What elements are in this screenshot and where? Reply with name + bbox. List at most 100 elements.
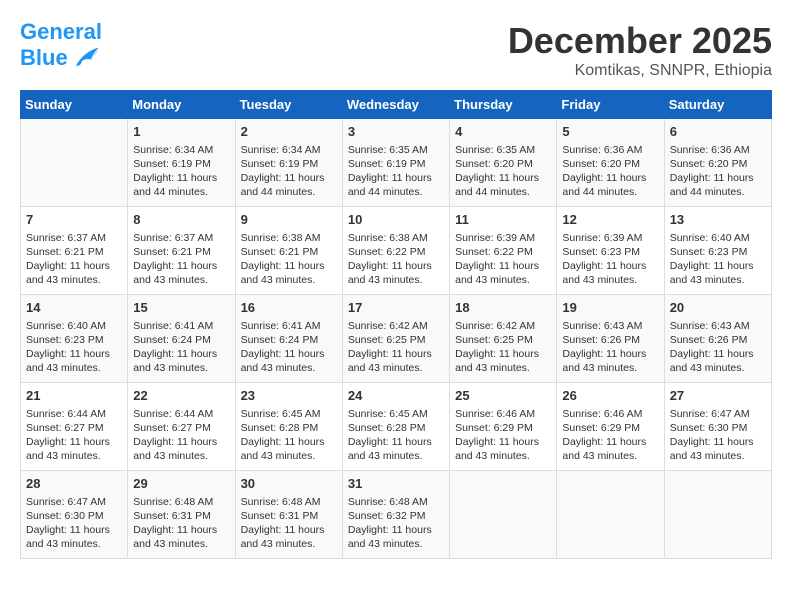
header-tuesday: Tuesday: [235, 91, 342, 119]
day-info: Sunrise: 6:39 AM Sunset: 6:22 PM Dayligh…: [455, 231, 551, 288]
calendar-cell: 31 Sunrise: 6:48 AM Sunset: 6:32 PM Dayli…: [342, 471, 449, 559]
month-title: December 2025: [508, 20, 772, 62]
day-info: Sunrise: 6:37 AM Sunset: 6:21 PM Dayligh…: [26, 231, 122, 288]
page-header: General Blue December 2025 Komtikas, SNN…: [20, 20, 772, 80]
day-number: 26: [562, 387, 658, 405]
day-info: Sunrise: 6:39 AM Sunset: 6:23 PM Dayligh…: [562, 231, 658, 288]
day-info: Sunrise: 6:35 AM Sunset: 6:19 PM Dayligh…: [348, 143, 444, 200]
calendar-cell: 29 Sunrise: 6:48 AM Sunset: 6:31 PM Dayli…: [128, 471, 235, 559]
calendar-cell: [450, 471, 557, 559]
day-info: Sunrise: 6:47 AM Sunset: 6:30 PM Dayligh…: [26, 495, 122, 552]
day-info: Sunrise: 6:44 AM Sunset: 6:27 PM Dayligh…: [26, 407, 122, 464]
day-info: Sunrise: 6:40 AM Sunset: 6:23 PM Dayligh…: [670, 231, 766, 288]
logo: General Blue: [20, 20, 102, 72]
calendar-cell: 30 Sunrise: 6:48 AM Sunset: 6:31 PM Dayli…: [235, 471, 342, 559]
day-number: 6: [670, 123, 766, 141]
day-number: 24: [348, 387, 444, 405]
calendar-cell: 12Sunrise: 6:39 AM Sunset: 6:23 PM Dayli…: [557, 207, 664, 295]
day-number: 14: [26, 299, 122, 317]
day-info: Sunrise: 6:45 AM Sunset: 6:28 PM Dayligh…: [348, 407, 444, 464]
day-number: 30: [241, 475, 337, 493]
calendar-header-row: SundayMondayTuesdayWednesdayThursdayFrid…: [21, 91, 772, 119]
logo-bird-icon: [70, 44, 100, 72]
calendar-cell: [557, 471, 664, 559]
day-number: 31: [348, 475, 444, 493]
calendar-cell: 20Sunrise: 6:43 AM Sunset: 6:26 PM Dayli…: [664, 295, 771, 383]
calendar-cell: 18Sunrise: 6:42 AM Sunset: 6:25 PM Dayli…: [450, 295, 557, 383]
day-info: Sunrise: 6:47 AM Sunset: 6:30 PM Dayligh…: [670, 407, 766, 464]
day-number: 22: [133, 387, 229, 405]
day-info: Sunrise: 6:34 AM Sunset: 6:19 PM Dayligh…: [241, 143, 337, 200]
calendar-cell: [21, 119, 128, 207]
day-info: Sunrise: 6:48 AM Sunset: 6:31 PM Dayligh…: [133, 495, 229, 552]
day-number: 4: [455, 123, 551, 141]
header-wednesday: Wednesday: [342, 91, 449, 119]
calendar-cell: 2Sunrise: 6:34 AM Sunset: 6:19 PM Daylig…: [235, 119, 342, 207]
day-number: 5: [562, 123, 658, 141]
calendar-cell: 14 Sunrise: 6:40 AM Sunset: 6:23 PM Dayli…: [21, 295, 128, 383]
day-number: 13: [670, 211, 766, 229]
day-info: Sunrise: 6:38 AM Sunset: 6:22 PM Dayligh…: [348, 231, 444, 288]
calendar-cell: 3 Sunrise: 6:35 AM Sunset: 6:19 PM Daylig…: [342, 119, 449, 207]
day-number: 7: [26, 211, 122, 229]
day-number: 28: [26, 475, 122, 493]
logo-text: General: [20, 20, 102, 44]
day-number: 29: [133, 475, 229, 493]
day-info: Sunrise: 6:34 AM Sunset: 6:19 PM Dayligh…: [133, 143, 229, 200]
day-number: 3: [348, 123, 444, 141]
day-number: 8: [133, 211, 229, 229]
week-row-3: 14 Sunrise: 6:40 AM Sunset: 6:23 PM Dayli…: [21, 295, 772, 383]
day-info: Sunrise: 6:40 AM Sunset: 6:23 PM Dayligh…: [26, 319, 122, 376]
day-number: 18: [455, 299, 551, 317]
header-sunday: Sunday: [21, 91, 128, 119]
day-number: 17: [348, 299, 444, 317]
day-info: Sunrise: 6:45 AM Sunset: 6:28 PM Dayligh…: [241, 407, 337, 464]
day-info: Sunrise: 6:36 AM Sunset: 6:20 PM Dayligh…: [562, 143, 658, 200]
calendar-cell: 28 Sunrise: 6:47 AM Sunset: 6:30 PM Dayli…: [21, 471, 128, 559]
day-info: Sunrise: 6:35 AM Sunset: 6:20 PM Dayligh…: [455, 143, 551, 200]
day-info: Sunrise: 6:48 AM Sunset: 6:31 PM Dayligh…: [241, 495, 337, 552]
day-info: Sunrise: 6:48 AM Sunset: 6:32 PM Dayligh…: [348, 495, 444, 552]
calendar-cell: 19 Sunrise: 6:43 AM Sunset: 6:26 PM Dayli…: [557, 295, 664, 383]
day-number: 19: [562, 299, 658, 317]
day-info: Sunrise: 6:46 AM Sunset: 6:29 PM Dayligh…: [455, 407, 551, 464]
day-info: Sunrise: 6:43 AM Sunset: 6:26 PM Dayligh…: [562, 319, 658, 376]
week-row-1: 1 Sunrise: 6:34 AM Sunset: 6:19 PM Daylig…: [21, 119, 772, 207]
day-info: Sunrise: 6:36 AM Sunset: 6:20 PM Dayligh…: [670, 143, 766, 200]
header-thursday: Thursday: [450, 91, 557, 119]
day-number: 11: [455, 211, 551, 229]
calendar-cell: 23Sunrise: 6:45 AM Sunset: 6:28 PM Dayli…: [235, 383, 342, 471]
calendar-cell: 16 Sunrise: 6:41 AM Sunset: 6:24 PM Dayli…: [235, 295, 342, 383]
day-number: 20: [670, 299, 766, 317]
calendar-cell: 24 Sunrise: 6:45 AM Sunset: 6:28 PM Dayli…: [342, 383, 449, 471]
day-number: 27: [670, 387, 766, 405]
day-info: Sunrise: 6:37 AM Sunset: 6:21 PM Dayligh…: [133, 231, 229, 288]
calendar-cell: 22 Sunrise: 6:44 AM Sunset: 6:27 PM Dayli…: [128, 383, 235, 471]
logo-text-blue: Blue: [20, 46, 68, 70]
calendar-cell: 5 Sunrise: 6:36 AM Sunset: 6:20 PM Daylig…: [557, 119, 664, 207]
day-info: Sunrise: 6:41 AM Sunset: 6:24 PM Dayligh…: [133, 319, 229, 376]
day-info: Sunrise: 6:38 AM Sunset: 6:21 PM Dayligh…: [241, 231, 337, 288]
day-number: 9: [241, 211, 337, 229]
header-saturday: Saturday: [664, 91, 771, 119]
calendar-cell: 9 Sunrise: 6:38 AM Sunset: 6:21 PM Daylig…: [235, 207, 342, 295]
calendar-cell: 27 Sunrise: 6:47 AM Sunset: 6:30 PM Dayli…: [664, 383, 771, 471]
calendar-cell: 26Sunrise: 6:46 AM Sunset: 6:29 PM Dayli…: [557, 383, 664, 471]
calendar-cell: [664, 471, 771, 559]
calendar-cell: 11 Sunrise: 6:39 AM Sunset: 6:22 PM Dayli…: [450, 207, 557, 295]
day-info: Sunrise: 6:44 AM Sunset: 6:27 PM Dayligh…: [133, 407, 229, 464]
week-row-5: 28 Sunrise: 6:47 AM Sunset: 6:30 PM Dayli…: [21, 471, 772, 559]
calendar-cell: 8 Sunrise: 6:37 AM Sunset: 6:21 PM Daylig…: [128, 207, 235, 295]
week-row-4: 21Sunrise: 6:44 AM Sunset: 6:27 PM Dayli…: [21, 383, 772, 471]
calendar-cell: 25Sunrise: 6:46 AM Sunset: 6:29 PM Dayli…: [450, 383, 557, 471]
day-number: 16: [241, 299, 337, 317]
calendar-cell: 7 Sunrise: 6:37 AM Sunset: 6:21 PM Daylig…: [21, 207, 128, 295]
calendar-cell: 4 Sunrise: 6:35 AM Sunset: 6:20 PM Daylig…: [450, 119, 557, 207]
day-number: 1: [133, 123, 229, 141]
calendar-cell: 6 Sunrise: 6:36 AM Sunset: 6:20 PM Daylig…: [664, 119, 771, 207]
calendar-cell: 1 Sunrise: 6:34 AM Sunset: 6:19 PM Daylig…: [128, 119, 235, 207]
calendar-cell: 17Sunrise: 6:42 AM Sunset: 6:25 PM Dayli…: [342, 295, 449, 383]
day-info: Sunrise: 6:41 AM Sunset: 6:24 PM Dayligh…: [241, 319, 337, 376]
calendar-cell: 15Sunrise: 6:41 AM Sunset: 6:24 PM Dayli…: [128, 295, 235, 383]
calendar-cell: 10Sunrise: 6:38 AM Sunset: 6:22 PM Dayli…: [342, 207, 449, 295]
